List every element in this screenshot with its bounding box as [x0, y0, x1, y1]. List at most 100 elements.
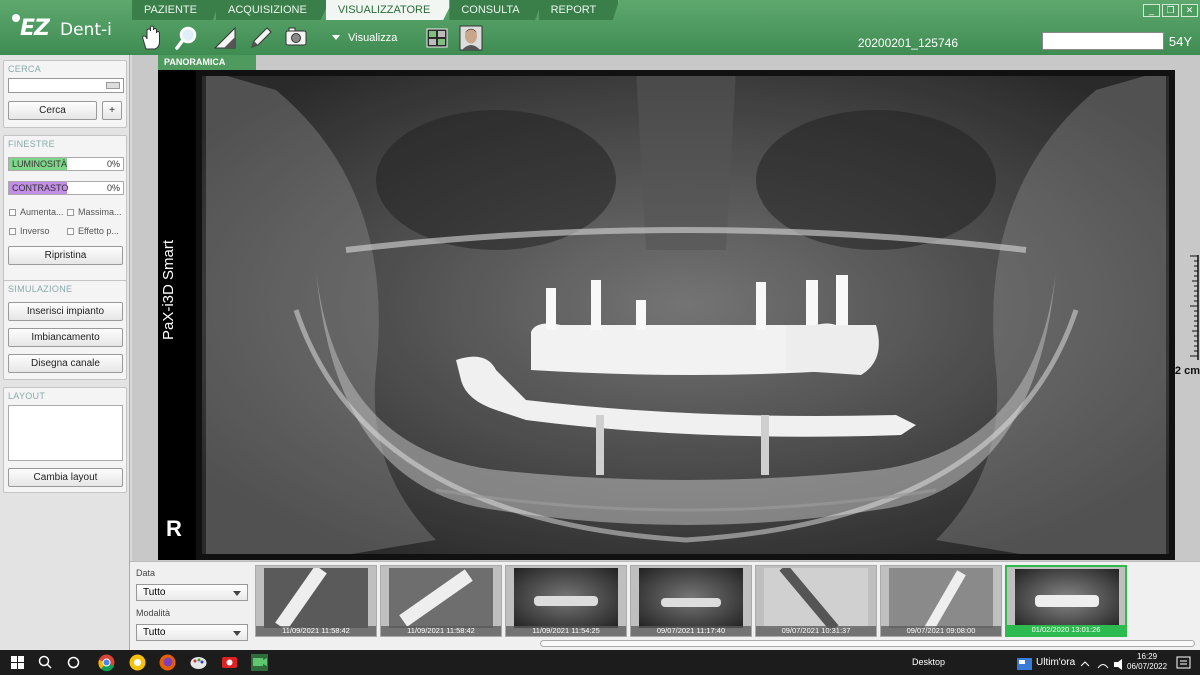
- panoramica-tab[interactable]: PANORAMICA: [158, 55, 256, 70]
- tab-report[interactable]: REPORT: [538, 0, 620, 20]
- search-icon[interactable]: [36, 653, 55, 672]
- keyboard-icon[interactable]: [106, 82, 120, 89]
- tab-visualizzatore[interactable]: VISUALIZZATORE: [325, 0, 454, 20]
- data-filter-select[interactable]: Tutto: [136, 584, 248, 601]
- cambia-layout-button[interactable]: Cambia layout: [8, 468, 123, 487]
- hand-icon[interactable]: [138, 25, 164, 51]
- layout-title: LAYOUT: [8, 391, 46, 401]
- logo-dent: Dent-i: [60, 20, 112, 40]
- chrome-icon[interactable]: [97, 653, 116, 672]
- minimize-button[interactable]: _: [1143, 4, 1160, 17]
- magnifier-icon[interactable]: [174, 25, 200, 51]
- tab-acquisizione[interactable]: ACQUISIZIONE: [215, 0, 330, 20]
- checkbox-effetto[interactable]: Effetto p...: [67, 226, 119, 236]
- windows-start-icon[interactable]: [8, 653, 27, 672]
- thumbnail-timestamp: 01/02/2020 13:01:26: [1007, 625, 1125, 635]
- main-tabs: PAZIENTE ACQUISIZIONE VISUALIZZATORE CON…: [132, 0, 620, 20]
- filmstrip-scrollbar[interactable]: [540, 640, 1195, 647]
- tab-consulta[interactable]: CONSULTA: [449, 0, 543, 20]
- layout-grid-icon[interactable]: [424, 25, 450, 51]
- clock-time: 16:29: [1137, 652, 1158, 661]
- restore-button[interactable]: ❐: [1162, 4, 1179, 17]
- modalita-filter-value: Tutto: [143, 627, 166, 638]
- thumbnail[interactable]: 09/07/2021 10:31:37: [755, 565, 877, 637]
- window-controls: _ ❐ ✕: [1143, 4, 1198, 17]
- cerca-panel: CERCA Cerca +: [3, 60, 127, 128]
- thumbnail-timestamp: 09/07/2021 11:17:40: [631, 626, 751, 636]
- add-search-button[interactable]: +: [102, 101, 122, 120]
- checkbox-box: [9, 228, 16, 235]
- thumbnail-image-panoramic: [514, 568, 618, 628]
- visualizza-dropdown[interactable]: Visualizza: [332, 32, 397, 44]
- thumbnail[interactable]: 11/09/2021 11:58:42: [380, 565, 502, 637]
- thumbnail[interactable]: 11/09/2021 11:54:25: [505, 565, 627, 637]
- checkbox-inverso[interactable]: Inverso: [9, 226, 50, 236]
- side-marker: R: [166, 516, 182, 541]
- thumbnail[interactable]: 09/07/2021 11:17:40: [630, 565, 752, 637]
- layout-preview: [8, 405, 123, 461]
- contrasto-value: 0%: [106, 183, 120, 193]
- luminosita-slider[interactable]: LUMINOSITÀ 0%: [8, 157, 124, 171]
- thumbnail[interactable]: 09/07/2021 09:08:00: [880, 565, 1002, 637]
- simulazione-title: SIMULAZIONE: [8, 284, 73, 294]
- patient-face-icon[interactable]: [458, 25, 484, 51]
- thumbnail-image-intraoral: [889, 568, 993, 628]
- scale-label: 2 cm: [1174, 365, 1200, 377]
- system-tray-icons[interactable]: [1078, 655, 1128, 674]
- recorder-icon[interactable]: [220, 653, 239, 672]
- thumbnail-selected[interactable]: 01/02/2020 13:01:26: [1005, 565, 1127, 637]
- panoramic-xray-image[interactable]: [196, 70, 1175, 560]
- pencil-icon[interactable]: [248, 25, 274, 51]
- checkbox-label: Aumenta...: [20, 207, 64, 217]
- patient-name-field: [1042, 32, 1164, 50]
- paint-icon[interactable]: [189, 653, 208, 672]
- checkbox-box: [67, 228, 74, 235]
- thumbnail-timestamp: 09/07/2021 10:31:37: [756, 626, 876, 636]
- header-bar: EZ Dent-i PAZIENTE ACQUISIZIONE VISUALIZ…: [0, 0, 1200, 55]
- patient-id: 20200201_125746: [857, 36, 958, 50]
- clock-date: 06/07/2022: [1127, 662, 1168, 671]
- checkbox-label: Massima...: [78, 207, 122, 217]
- chevron-down-icon: [233, 591, 241, 596]
- contrasto-slider[interactable]: CONTRASTO 0%: [8, 181, 124, 195]
- left-sidebar: CERCA Cerca + FINESTRE LUMINOSITÀ 0% CON…: [0, 55, 130, 650]
- viewer-toolbar: Visualizza 20200201_125746 54Y: [132, 22, 1200, 54]
- thumbnail[interactable]: 11/09/2021 11:58:42: [255, 565, 377, 637]
- ezdent-taskbar-icon[interactable]: [250, 653, 269, 672]
- desktop-toolbar-label[interactable]: Desktop: [912, 657, 945, 667]
- tab-paziente[interactable]: PAZIENTE: [132, 0, 220, 20]
- chevron-down-icon: [233, 631, 241, 636]
- checkbox-aumenta[interactable]: Aumenta...: [9, 207, 64, 217]
- notifications-icon[interactable]: [1174, 654, 1193, 673]
- patient-age: 54Y: [1168, 34, 1192, 49]
- visualizza-label: Visualizza: [348, 32, 398, 44]
- thumbnail-timestamp: 11/09/2021 11:58:42: [381, 626, 501, 636]
- contrasto-label: CONTRASTO: [12, 183, 69, 193]
- camera-capture-icon[interactable]: [284, 25, 310, 51]
- thumbnail-image-intraoral: [264, 568, 368, 628]
- xray-frame: PaX-i3D Smart R: [158, 70, 1175, 560]
- ruler-angle-icon[interactable]: [212, 25, 238, 51]
- search-input[interactable]: [8, 78, 124, 93]
- close-button[interactable]: ✕: [1181, 4, 1198, 17]
- inserisci-impianto-button[interactable]: Inserisci impianto: [8, 302, 123, 321]
- device-name: PaX-i3D Smart: [160, 239, 177, 340]
- layout-panel: LAYOUT Cambia layout: [3, 387, 127, 493]
- cerca-button[interactable]: Cerca: [8, 101, 97, 120]
- news-icon[interactable]: [1015, 655, 1034, 674]
- task-view-icon[interactable]: [64, 653, 83, 672]
- modalita-filter-label: Modalità: [136, 608, 171, 618]
- news-label[interactable]: Ultim'ora: [1036, 657, 1075, 668]
- checkbox-massima[interactable]: Massima...: [67, 207, 122, 217]
- firefox-icon[interactable]: [158, 653, 177, 672]
- chrome-canary-icon[interactable]: [128, 653, 147, 672]
- luminosita-value: 0%: [106, 159, 120, 169]
- finestre-title: FINESTRE: [8, 139, 55, 149]
- disegna-canale-button[interactable]: Disegna canale: [8, 354, 123, 373]
- modalita-filter-select[interactable]: Tutto: [136, 624, 248, 641]
- image-viewer[interactable]: PANORAMICA PaX-i3D Smart R 2 cm: [132, 55, 1200, 561]
- imbiancamento-button[interactable]: Imbiancamento: [8, 328, 123, 347]
- taskbar-clock[interactable]: 16:29 06/07/2022: [1127, 652, 1167, 672]
- thumbnail-image-panoramic: [639, 568, 743, 628]
- ripristina-button[interactable]: Ripristina: [8, 246, 123, 265]
